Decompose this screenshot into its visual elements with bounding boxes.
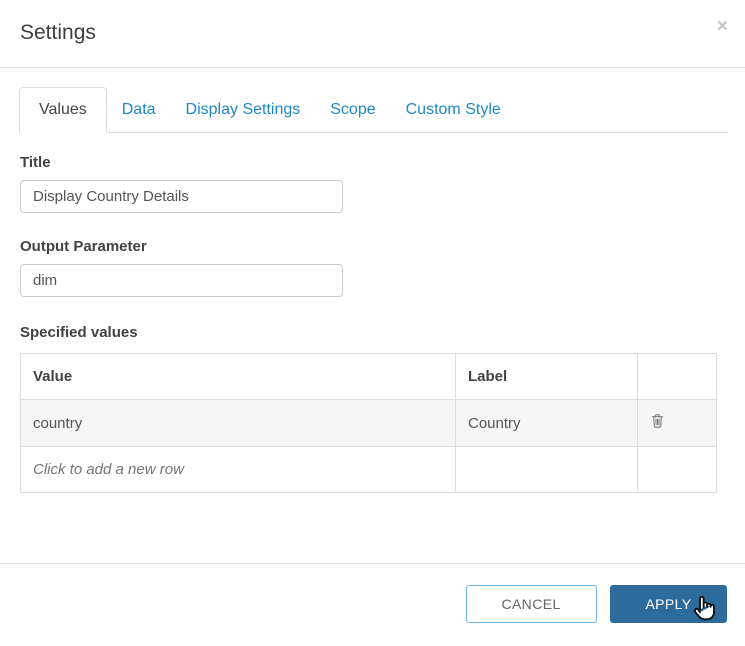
- tab-display-settings[interactable]: Display Settings: [171, 88, 316, 132]
- table-row: country Country: [20, 399, 717, 447]
- tab-bar: Values Data Display Settings Scope Custo…: [19, 87, 728, 133]
- table-header-row: Value Label: [20, 353, 717, 400]
- column-header-actions: [637, 353, 717, 400]
- tab-panel-values: Title Output Parameter Specified values …: [0, 154, 745, 493]
- tab-custom-style[interactable]: Custom Style: [391, 88, 516, 132]
- column-header-value: Value: [20, 353, 456, 400]
- dialog-footer: CANCEL APPLY: [0, 563, 745, 623]
- column-header-label: Label: [455, 353, 638, 400]
- cancel-button[interactable]: CANCEL: [465, 585, 597, 623]
- tab-data[interactable]: Data: [107, 88, 171, 132]
- add-row: Click to add a new row: [20, 446, 717, 493]
- tab-values[interactable]: Values: [19, 87, 107, 133]
- tab-scope[interactable]: Scope: [315, 88, 390, 132]
- cell-actions: [637, 399, 717, 447]
- cell-label[interactable]: Country: [455, 399, 638, 447]
- trash-icon[interactable]: [650, 413, 665, 429]
- empty-cell: [455, 446, 638, 493]
- settings-dialog: Settings × Values Data Display Settings …: [0, 0, 745, 646]
- title-field-label: Title: [20, 154, 51, 171]
- add-row-cell[interactable]: Click to add a new row: [20, 446, 456, 493]
- specified-values-table: Value Label country Country Click to add…: [20, 353, 717, 493]
- dialog-title: Settings: [20, 21, 96, 44]
- cell-value[interactable]: country: [20, 399, 456, 447]
- output-parameter-input[interactable]: [20, 264, 343, 297]
- specified-values-label: Specified values: [20, 324, 138, 341]
- apply-button[interactable]: APPLY: [610, 585, 727, 623]
- title-input[interactable]: [20, 180, 343, 213]
- output-parameter-label: Output Parameter: [20, 238, 147, 255]
- empty-cell: [637, 446, 717, 493]
- close-icon[interactable]: ×: [717, 17, 728, 36]
- dialog-header: Settings ×: [0, 0, 745, 68]
